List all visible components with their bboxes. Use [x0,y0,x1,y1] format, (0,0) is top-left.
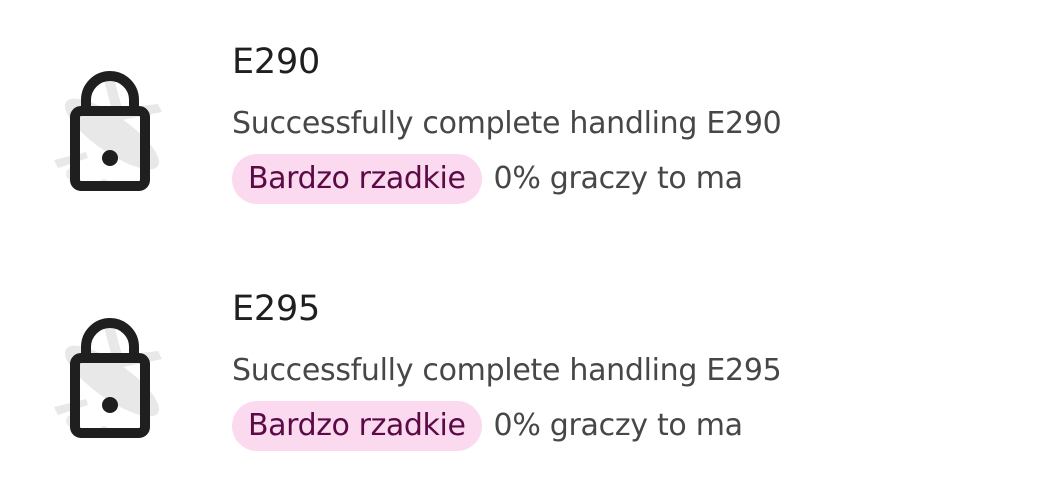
achievement-item[interactable]: E295 Successfully complete handling E295… [0,275,1064,475]
players-percentage: 0% graczy to ma [493,408,743,443]
players-percentage: 0% graczy to ma [493,161,743,196]
achievement-description: Successfully complete handling E295 [232,353,782,388]
achievement-title: E295 [232,289,321,329]
achievement-description: Successfully complete handling E290 [232,106,782,141]
achievement-meta: Bardzo rzadkie 0% graczy to ma [232,154,743,204]
lock-icon [70,71,150,191]
lock-icon [70,318,150,438]
rarity-badge: Bardzo rzadkie [232,154,482,204]
achievement-title: E290 [232,42,321,82]
achievement-meta: Bardzo rzadkie 0% graczy to ma [232,401,743,451]
achievement-item[interactable]: E290 Successfully complete handling E290… [0,28,1064,228]
achievement-image [40,56,180,196]
achievement-image [40,303,180,443]
rarity-badge: Bardzo rzadkie [232,401,482,451]
